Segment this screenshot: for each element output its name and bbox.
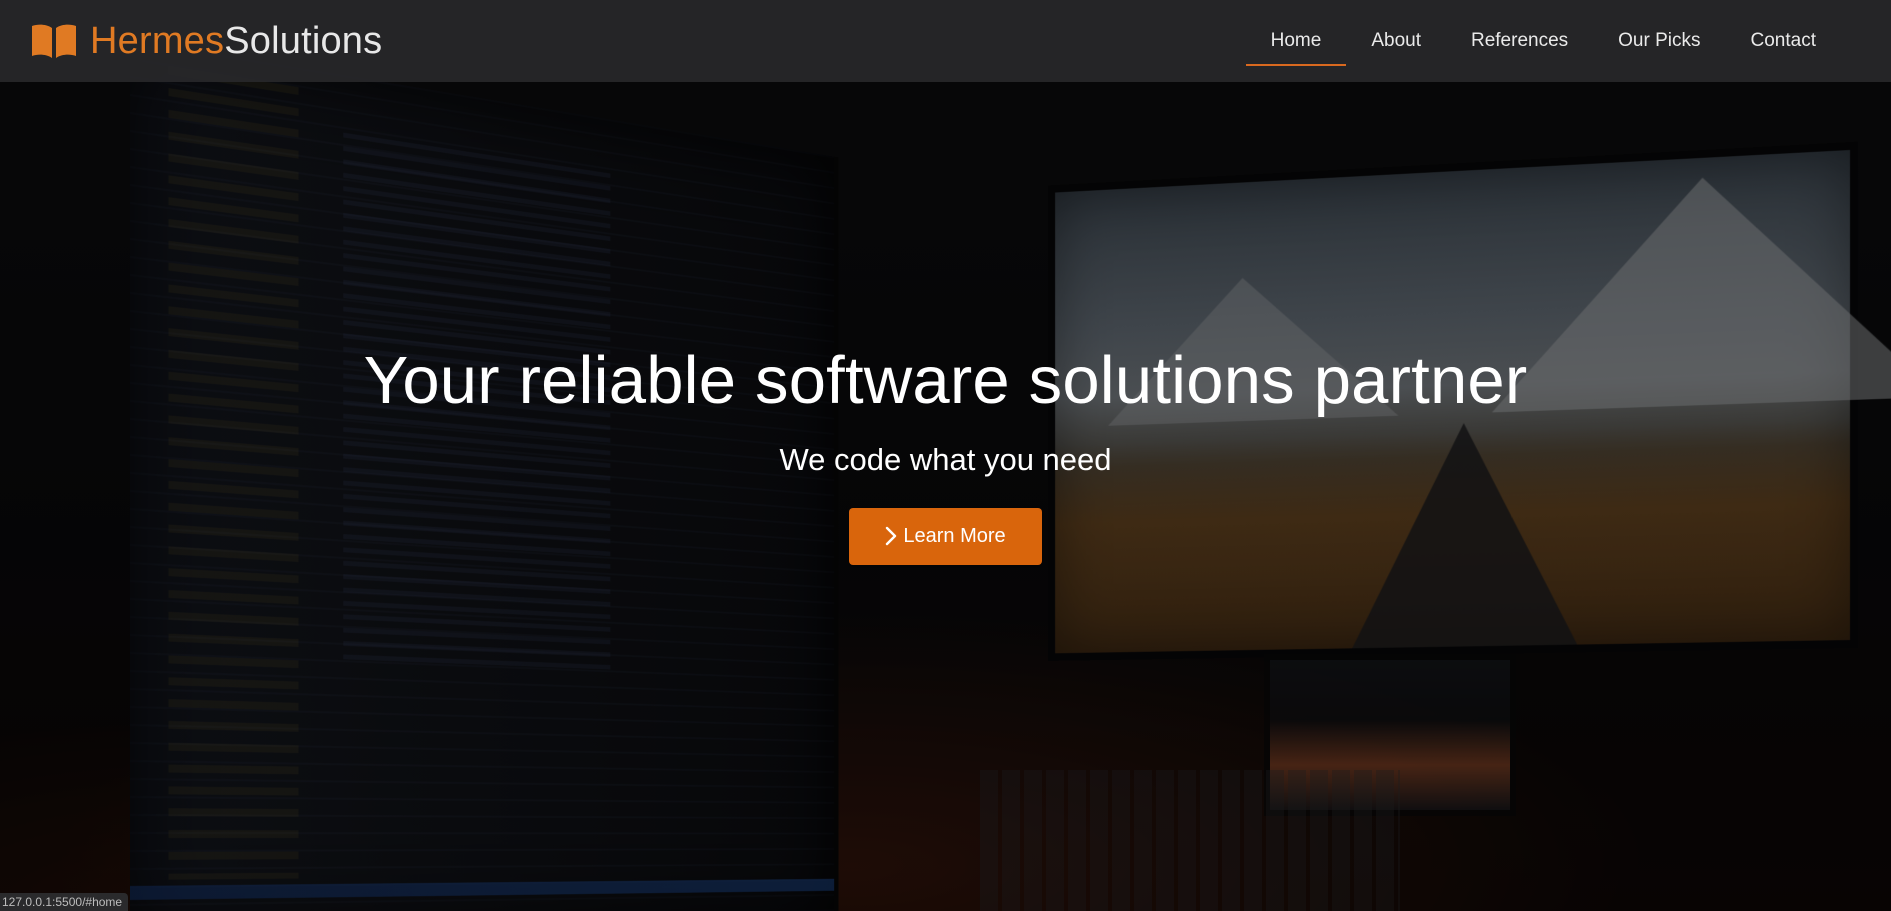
brand-name-part2: Solutions <box>224 20 382 62</box>
hero-section: Your reliable software solutions partner… <box>0 82 1891 911</box>
learn-more-button[interactable]: Learn More <box>849 508 1042 565</box>
open-book-icon <box>30 22 78 60</box>
navbar: HermesSolutions Home About References Ou… <box>0 0 1891 82</box>
brand-name: HermesSolutions <box>90 22 382 60</box>
hero-subtitle: We code what you need <box>779 442 1111 478</box>
nav-item-about[interactable]: About <box>1346 0 1446 82</box>
hero-title: Your reliable software solutions partner <box>364 344 1528 418</box>
page: HermesSolutions Home About References Ou… <box>0 0 1891 911</box>
nav-item-references[interactable]: References <box>1446 0 1593 82</box>
brand-logo-link[interactable]: HermesSolutions <box>30 22 382 60</box>
nav-item-our-picks[interactable]: Our Picks <box>1593 0 1725 82</box>
learn-more-label: Learn More <box>903 525 1005 548</box>
nav-item-home[interactable]: Home <box>1246 0 1347 82</box>
main-nav: Home About References Our Picks Contact <box>1246 0 1841 82</box>
nav-item-contact[interactable]: Contact <box>1726 0 1841 82</box>
chevron-right-icon <box>885 526 897 546</box>
brand-name-part1: Hermes <box>90 20 224 62</box>
browser-status-url: 127.0.0.1:5500/#home <box>0 893 128 911</box>
